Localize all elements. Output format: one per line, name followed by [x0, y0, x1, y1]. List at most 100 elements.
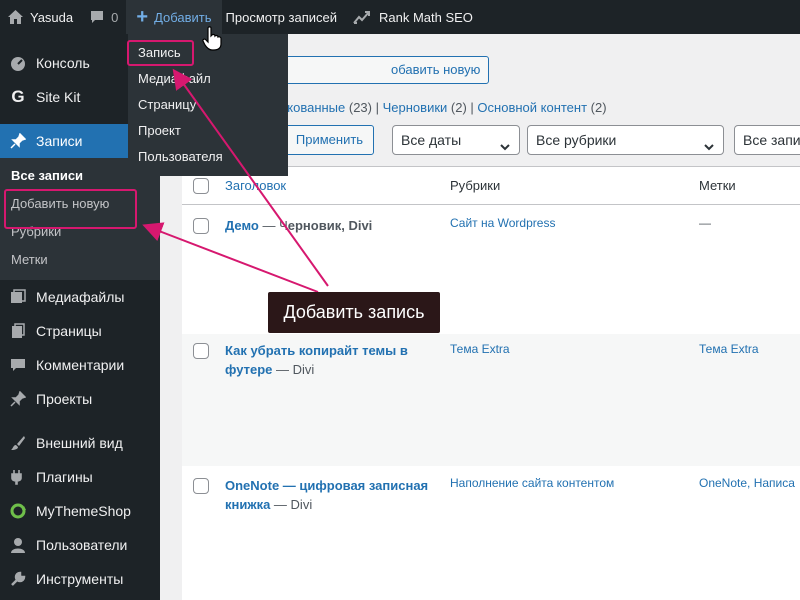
row-checkbox[interactable] — [193, 218, 209, 234]
tools-icon — [9, 570, 27, 588]
post-title: Демо — Черновик, Divi — [225, 216, 440, 235]
categories-select-value: Все рубрики — [536, 132, 617, 148]
sidebar-item-label: Пользователи — [36, 537, 128, 553]
sidebar-item-label: Инструменты — [36, 571, 124, 587]
dropdown-item-media[interactable]: Медиафайл — [128, 66, 288, 92]
sidebar-item-tools[interactable]: Инструменты — [0, 562, 160, 596]
sidebar-item-label: Медиафайлы — [36, 289, 125, 305]
post-type-select[interactable]: Все запис — [734, 125, 800, 155]
plugin-icon — [9, 468, 27, 486]
post-category[interactable]: Сайт на Wordpress — [450, 216, 555, 230]
annotation-tooltip: Добавить запись — [268, 292, 440, 333]
core-content-count: (2) — [590, 100, 607, 115]
sidebar-item-label: Плагины — [36, 469, 93, 485]
post-state: ерновик, Divi — [287, 218, 373, 233]
categories-select[interactable]: Все рубрики — [527, 125, 724, 155]
sidebar-item-pages[interactable]: Страницы — [0, 314, 160, 348]
post-title: Как убрать копирайт темы в футере — Divi — [225, 341, 440, 379]
sidebar-item-comments[interactable]: Комментарии — [0, 348, 160, 382]
sidebar-item-label: Site Kit — [36, 89, 81, 105]
post-type-select-value: Все запис — [743, 132, 800, 148]
pages-icon — [9, 322, 27, 340]
column-tags: Метки — [699, 178, 736, 193]
sidebar-item-label: Комментарии — [36, 357, 125, 373]
post-state: — Divi — [272, 362, 315, 377]
site-name-link[interactable]: Yasuda — [0, 0, 81, 34]
post-title: OneNote — цифровая записная книжка — Div… — [225, 476, 440, 514]
view-posts-link[interactable]: Просмотр записей — [222, 0, 345, 34]
sidebar-item-media[interactable]: Медиафайлы — [0, 280, 160, 314]
chevron-down-icon — [499, 134, 511, 162]
post-tags[interactable]: OneNote, Написа — [699, 476, 795, 490]
sidebar-item-label: Страницы — [36, 323, 102, 339]
comment-icon — [89, 9, 105, 25]
pin-icon — [9, 390, 27, 408]
highlight-add-new-item — [4, 189, 137, 229]
add-new-button[interactable]: обавить новую — [270, 56, 490, 84]
post-tags: — — [699, 216, 711, 230]
add-new-label: Добавить — [154, 9, 212, 25]
post-title-link[interactable]: Как убрать копирайт темы в футере — [225, 343, 408, 377]
published-count: (23) — [348, 100, 372, 115]
dates-select[interactable]: Все даты — [392, 125, 520, 155]
filter-published[interactable]: икованные — [280, 100, 345, 115]
select-all-checkbox[interactable] — [193, 178, 209, 194]
sidebar-item-label: Внешний вид — [36, 435, 123, 451]
home-icon — [7, 9, 24, 25]
dropdown-item-project[interactable]: Проект — [128, 118, 288, 144]
hand-cursor-icon — [202, 26, 222, 51]
pin-icon — [9, 132, 27, 150]
submenu-tags[interactable]: Метки — [0, 246, 160, 274]
users-icon — [9, 536, 27, 554]
post-status-filters: икованные (23) | Черновики (2) | Основно… — [280, 100, 607, 115]
post-title-link[interactable]: Демо — [225, 218, 259, 233]
separator: | — [375, 100, 383, 115]
comments-count: 0 — [111, 9, 119, 25]
dashboard-icon — [9, 54, 27, 72]
media-icon — [9, 288, 27, 306]
sidebar-item-label: Проекты — [36, 391, 93, 407]
sidebar-item-label: MyThemeShop — [36, 503, 131, 519]
post-category[interactable]: Тема Extra — [450, 342, 510, 356]
post-state-prefix: — Ч — [258, 218, 288, 233]
dropdown-item-page[interactable]: Страницу — [128, 92, 288, 118]
plus-icon: + — [136, 6, 149, 28]
column-categories: Рубрики — [450, 178, 501, 193]
admin-bar: Yasuda 0 + Добавить Просмотр записей Ran… — [0, 0, 800, 34]
apply-button[interactable]: Применить — [285, 125, 374, 155]
post-tags[interactable]: Тема Extra — [699, 342, 759, 356]
comments-link[interactable]: 0 — [81, 0, 126, 34]
table-row: OneNote — цифровая записная книжка — Div… — [182, 466, 800, 600]
google-icon: G — [11, 87, 25, 106]
sidebar-item-appearance[interactable]: Внешний вид — [0, 426, 160, 460]
sidebar-item-label: Консоль — [36, 55, 90, 71]
filter-core-content[interactable]: Основной контент — [477, 100, 587, 115]
rank-math-label: Rank Math SEO — [378, 9, 473, 25]
sidebar-item-projects[interactable]: Проекты — [0, 382, 160, 416]
rank-math-link[interactable]: Rank Math SEO — [345, 0, 481, 34]
site-name: Yasuda — [30, 9, 74, 25]
dates-select-value: Все даты — [401, 132, 462, 148]
comments-icon — [9, 356, 27, 374]
post-state: — Divi — [270, 497, 313, 512]
post-category[interactable]: Наполнение сайта контентом — [450, 476, 614, 490]
chevron-down-icon — [703, 134, 715, 162]
dropdown-item-user[interactable]: Пользователя — [128, 144, 288, 170]
row-checkbox[interactable] — [193, 478, 209, 494]
row-checkbox[interactable] — [193, 343, 209, 359]
sidebar-item-plugins[interactable]: Плагины — [0, 460, 160, 494]
sidebar-item-label: Записи — [36, 133, 83, 149]
mythemeshop-icon — [9, 502, 27, 520]
filter-drafts[interactable]: Черновики — [383, 100, 448, 115]
sidebar-item-mythemeshop[interactable]: MyThemeShop — [0, 494, 160, 528]
rank-math-icon — [353, 9, 373, 25]
table-row: Как убрать копирайт темы в футере — Divi… — [182, 334, 800, 466]
drafts-count: (2) — [450, 100, 467, 115]
highlight-post-item — [127, 40, 194, 66]
post-title-link[interactable]: OneNote — цифровая записная книжка — [225, 478, 428, 512]
brush-icon — [9, 434, 27, 452]
view-posts-label: Просмотр записей — [225, 9, 337, 25]
posts-table: Заголовок Рубрики Метки Демо — Черновик,… — [182, 166, 800, 600]
sidebar-item-users[interactable]: Пользователи — [0, 528, 160, 562]
column-title[interactable]: Заголовок — [225, 178, 286, 193]
